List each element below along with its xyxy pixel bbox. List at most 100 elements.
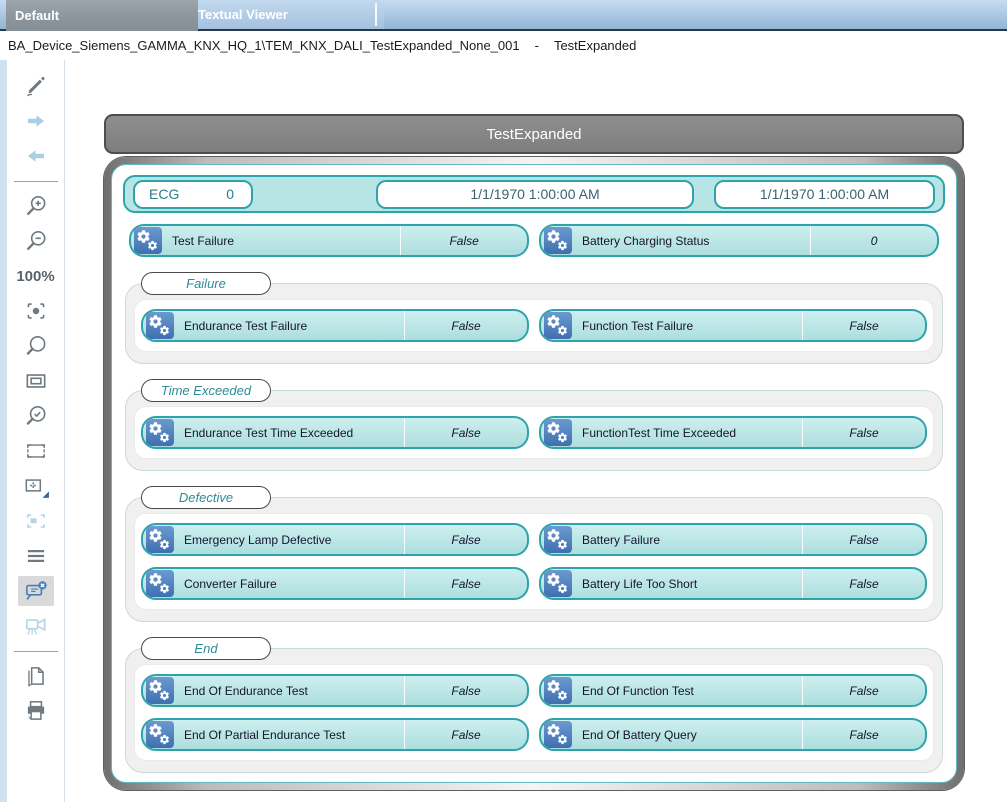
region-select-icon bbox=[23, 508, 49, 534]
datapoint-value: False bbox=[405, 577, 527, 591]
datapoint-row[interactable]: End Of Battery Query False bbox=[539, 718, 927, 751]
datapoint-row[interactable]: End Of Partial Endurance Test False bbox=[141, 718, 529, 751]
settings-gears-icon[interactable] bbox=[544, 312, 572, 339]
datapoint-row[interactable]: Battery Life Too Short False bbox=[539, 567, 927, 600]
timestamp-field-2[interactable]: 1/1/1970 1:00:00 AM bbox=[714, 180, 935, 209]
datapoint-row[interactable]: Battery Failure False bbox=[539, 523, 927, 556]
page-setup-button[interactable] bbox=[18, 661, 54, 691]
annotation-remove-button[interactable] bbox=[18, 576, 54, 606]
datapoint-main: End Of Endurance Test bbox=[143, 676, 405, 705]
settings-gears-icon[interactable] bbox=[544, 227, 572, 254]
fit-window-button[interactable] bbox=[18, 366, 54, 396]
datapoint-value: False bbox=[803, 684, 925, 698]
datapoint-value: False bbox=[405, 426, 527, 440]
zoom-level-display: 100% bbox=[18, 261, 54, 291]
tab-textual-viewer[interactable]: Textual Viewer bbox=[189, 0, 384, 29]
settings-gears-icon[interactable] bbox=[544, 721, 572, 748]
zoom-verify-button[interactable] bbox=[18, 401, 54, 431]
datapoint-row[interactable]: End Of Function Test False bbox=[539, 674, 927, 707]
datapoint-group: End End Of Endurance Test False End Of F… bbox=[125, 648, 943, 773]
annotation-remove-icon bbox=[22, 578, 50, 604]
fit-window-icon bbox=[23, 368, 49, 394]
datapoint-row[interactable]: Emergency Lamp Defective False bbox=[141, 523, 529, 556]
datapoint-value: False bbox=[405, 684, 527, 698]
breadcrumb-title: TestExpanded bbox=[554, 38, 636, 53]
settings-gears-icon[interactable] bbox=[146, 570, 174, 597]
datapoint-label: Battery Charging Status bbox=[582, 234, 709, 248]
tab-default[interactable]: Default bbox=[6, 0, 198, 31]
datapoint-main: End Of Partial Endurance Test bbox=[143, 720, 405, 749]
datapoint-label: Endurance Test Failure bbox=[184, 319, 307, 333]
settings-gears-icon[interactable] bbox=[544, 526, 572, 553]
settings-gears-icon[interactable] bbox=[146, 419, 174, 446]
datapoint-main: Converter Failure bbox=[143, 569, 405, 598]
settings-gears-icon[interactable] bbox=[134, 227, 162, 254]
datapoint-group: Time Exceeded Endurance Test Time Exceed… bbox=[125, 390, 943, 471]
back-arrow-button bbox=[18, 141, 54, 171]
group-fields: Endurance Test Time Exceeded False Funct… bbox=[134, 406, 934, 459]
search-button[interactable] bbox=[18, 331, 54, 361]
datapoint-row[interactable]: Test Failure False bbox=[129, 224, 529, 257]
edit-pen-button[interactable] bbox=[18, 71, 54, 101]
settings-gears-icon[interactable] bbox=[146, 677, 174, 704]
timestamp-field-1[interactable]: 1/1/1970 1:00:00 AM bbox=[376, 180, 694, 209]
application-window: Default Textual Viewer BA_Device_Siemens… bbox=[0, 0, 1007, 802]
groups-area: Failure Endurance Test Failure False Fun… bbox=[123, 283, 945, 773]
settings-gears-icon[interactable] bbox=[146, 312, 174, 339]
crosshair-select-button[interactable] bbox=[18, 471, 54, 501]
datapoint-group: Failure Endurance Test Failure False Fun… bbox=[125, 283, 943, 364]
layers-button[interactable] bbox=[18, 541, 54, 571]
ecg-summary-bar: ECG 0 1/1/1970 1:00:00 AM 1/1/1970 1:00:… bbox=[123, 175, 945, 213]
datapoint-main: FunctionTest Time Exceeded bbox=[541, 418, 803, 447]
datapoint-row[interactable]: Endurance Test Time Exceeded False bbox=[141, 416, 529, 449]
camera-button bbox=[18, 611, 54, 641]
settings-gears-icon[interactable] bbox=[146, 721, 174, 748]
window-edge-strip bbox=[0, 60, 7, 802]
settings-gears-icon[interactable] bbox=[544, 677, 572, 704]
datapoint-value: False bbox=[405, 533, 527, 547]
datapoint-label: End Of Battery Query bbox=[582, 728, 697, 742]
datapoint-main: Endurance Test Failure bbox=[143, 311, 405, 340]
print-button[interactable] bbox=[18, 696, 54, 726]
forward-arrow-button bbox=[18, 106, 54, 136]
group-label: Defective bbox=[141, 486, 271, 509]
datapoint-row[interactable]: Battery Charging Status 0 bbox=[539, 224, 939, 257]
graphic-canvas: TestExpanded ECG 0 1/1/1970 1:00:00 AM 1… bbox=[65, 60, 1007, 802]
fit-focus-icon bbox=[23, 298, 49, 324]
datapoint-main: End Of Battery Query bbox=[541, 720, 803, 749]
datapoint-main: Test Failure bbox=[131, 226, 401, 255]
panel-title-bar: TestExpanded bbox=[104, 114, 964, 154]
dropdown-corner-triangle bbox=[42, 491, 48, 497]
zoom-out-button[interactable] bbox=[18, 226, 54, 256]
panel-title: TestExpanded bbox=[486, 126, 581, 143]
group-label: Failure bbox=[141, 272, 271, 295]
settings-gears-icon[interactable] bbox=[146, 526, 174, 553]
datapoint-row[interactable]: Endurance Test Failure False bbox=[141, 309, 529, 342]
settings-gears-icon[interactable] bbox=[544, 419, 572, 446]
pen-icon bbox=[28, 77, 44, 93]
datapoint-label: Converter Failure bbox=[184, 577, 277, 591]
tool-sidebar: 100% bbox=[7, 60, 65, 802]
panel-frame-inner: ECG 0 1/1/1970 1:00:00 AM 1/1/1970 1:00:… bbox=[111, 164, 957, 783]
crosshair-select-icon bbox=[22, 473, 50, 499]
fit-focus-button[interactable] bbox=[18, 296, 54, 326]
marquee-select-button[interactable] bbox=[18, 436, 54, 466]
group-fields: Emergency Lamp Defective False Battery F… bbox=[134, 513, 934, 610]
datapoint-value: False bbox=[803, 728, 925, 742]
datapoint-row[interactable]: Converter Failure False bbox=[141, 567, 529, 600]
datapoint-label: Function Test Failure bbox=[582, 319, 693, 333]
datapoint-main: Battery Charging Status bbox=[541, 226, 811, 255]
settings-gears-icon[interactable] bbox=[544, 570, 572, 597]
datapoint-value: False bbox=[803, 533, 925, 547]
group-label: End bbox=[141, 637, 271, 660]
datapoint-value: False bbox=[405, 319, 527, 333]
datapoint-label: Emergency Lamp Defective bbox=[184, 533, 331, 547]
ecg-field[interactable]: ECG 0 bbox=[133, 180, 253, 209]
datapoint-label: Battery Failure bbox=[582, 533, 660, 547]
datapoint-row[interactable]: Function Test Failure False bbox=[539, 309, 927, 342]
zoom-in-icon bbox=[23, 193, 49, 219]
zoom-in-button[interactable] bbox=[18, 191, 54, 221]
datapoint-row[interactable]: FunctionTest Time Exceeded False bbox=[539, 416, 927, 449]
datapoint-label: End Of Partial Endurance Test bbox=[184, 728, 345, 742]
datapoint-row[interactable]: End Of Endurance Test False bbox=[141, 674, 529, 707]
